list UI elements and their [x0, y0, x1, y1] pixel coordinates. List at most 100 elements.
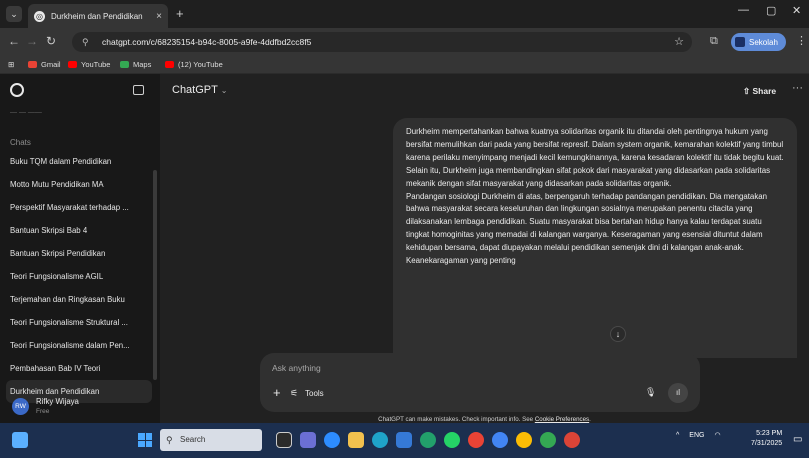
wifi-icon[interactable]: ◠ [714, 431, 720, 439]
taskbar-apps [276, 432, 580, 448]
tools-icon[interactable]: ⚟ [290, 388, 298, 399]
clock[interactable]: 5:23 PM 7/31/2025 [751, 429, 782, 449]
minimize-icon[interactable]: — [738, 4, 749, 16]
notification-icon[interactable]: ▭ [793, 434, 802, 445]
chrome-profile-icon[interactable] [492, 432, 508, 448]
tab-active[interactable]: ◎ Durkheim dan Pendidikan × [28, 4, 168, 28]
file-explorer-icon[interactable] [348, 432, 364, 448]
sidebar-toggle-icon[interactable] [133, 85, 144, 95]
profile-avatar-icon [735, 37, 745, 47]
clock-time: 5:23 PM [756, 430, 783, 437]
cookie-preferences-link[interactable]: Cookie Preferences [535, 416, 589, 423]
bookmark-maps[interactable]: Maps [120, 60, 151, 69]
chat-item[interactable]: Terjemahan dan Ringkasan Buku [6, 288, 152, 311]
model-selector[interactable]: ChatGPT ⌄ [172, 84, 227, 96]
chevron-down-icon: ⌄ [220, 86, 228, 95]
tab-search-menu-icon[interactable]: ⌄ [6, 6, 22, 22]
restore-icon[interactable]: ▢ [766, 4, 776, 17]
chat-item[interactable]: Teori Fungsionalisme Struktural ... [6, 311, 152, 334]
microphone-icon[interactable]: 🎙 [645, 387, 656, 398]
chat-item[interactable]: Motto Mutu Pendidikan MA [6, 173, 152, 196]
window-close-icon[interactable]: ✕ [792, 4, 801, 17]
user-name: Rifky Wijaya [36, 397, 79, 406]
start-button[interactable] [138, 433, 152, 447]
user-plan: Free [36, 408, 50, 415]
bookmark-youtube-12[interactable]: (12) YouTube [165, 60, 223, 69]
apps-grid-icon[interactable]: ⊞ [8, 60, 14, 69]
clock-date: 7/31/2025 [751, 440, 783, 447]
user-profile[interactable]: RW Rifky Wijaya Free [0, 392, 160, 423]
chat-item[interactable]: Pembahasan Bab IV Teori [6, 357, 152, 380]
extensions-icon[interactable]: ⧉ [710, 35, 718, 48]
youtube-icon [165, 61, 174, 68]
whatsapp-icon[interactable] [444, 432, 460, 448]
prompt-input[interactable]: Ask anything [272, 363, 321, 373]
chat-main: ChatGPT ⌄ ⇧ Share ··· Durkheim mempertah… [160, 74, 809, 423]
taskbar: ⚲ Search ^ ENG ◠ 5:23 PM 7/31/2025 ▭ [0, 423, 809, 458]
zoom-icon[interactable] [324, 432, 340, 448]
chats-section-label: Chats [10, 138, 31, 147]
bookmark-star-icon[interactable]: ☆ [674, 32, 684, 52]
task-view-icon[interactable] [276, 432, 292, 448]
disclaimer: ChatGPT can make mistakes. Check importa… [378, 416, 591, 423]
language-indicator[interactable]: ENG [689, 432, 704, 439]
user-message-bubble: Durkheim mempertahankan bahwa kuatnya so… [393, 118, 797, 358]
openai-logo-icon[interactable] [10, 83, 24, 97]
chat-item[interactable]: Bantuan Skripsi Bab 4 [6, 219, 152, 242]
edge-icon[interactable] [372, 432, 388, 448]
chrome-profile-icon[interactable] [540, 432, 556, 448]
search-icon: ⚲ [166, 435, 173, 445]
maps-icon [120, 61, 129, 68]
bookmarks-bar: ⊞ Gmail YouTube Maps (12) YouTube [0, 56, 809, 74]
profile-button[interactable]: Sekolah [731, 33, 786, 51]
new-tab-button[interactable]: + [176, 6, 184, 21]
site-info-icon[interactable]: ⚲ [82, 32, 89, 52]
composer: Ask anything + ⚟ Tools 🎙 ıl [260, 353, 700, 412]
chatgpt-favicon-icon: ◎ [34, 10, 45, 22]
browser-tab-strip: ⌄ ◎ Durkheim dan Pendidikan × + — ▢ ✕ [0, 0, 809, 28]
sidebar-partial-item: — — —— [10, 109, 42, 116]
chat-sidebar: — — —— Chats Buku TQM dalam Pendidikan M… [0, 74, 160, 423]
forward-icon[interactable]: → [26, 34, 38, 48]
chat-item[interactable]: Teori Fungsionalisme dalam Pen... [6, 334, 152, 357]
profile-label: Sekolah [749, 37, 778, 47]
chrome-icon[interactable] [468, 432, 484, 448]
bookmark-youtube[interactable]: YouTube [68, 60, 110, 69]
voice-mode-icon[interactable]: ıl [668, 383, 688, 403]
chrome-profile-icon[interactable] [516, 432, 532, 448]
chat-item[interactable]: Teori Fungsionalisme AGIL [6, 265, 152, 288]
sidebar-scrollbar[interactable] [153, 170, 157, 380]
tab-title: Durkheim dan Pendidikan [51, 11, 143, 21]
plus-icon[interactable]: + [273, 385, 281, 400]
avatar: RW [12, 398, 29, 415]
more-options-icon[interactable]: ··· [792, 82, 803, 94]
tray-overflow-icon[interactable]: ^ [676, 432, 679, 439]
chat-item[interactable]: Perspektif Masyarakat terhadap ... [6, 196, 152, 219]
bookmark-gmail[interactable]: Gmail [28, 60, 61, 69]
chat-list: Buku TQM dalam Pendidikan Motto Mutu Pen… [6, 150, 152, 403]
gmail-icon [28, 61, 37, 68]
widgets-icon[interactable] [12, 432, 28, 448]
reload-icon[interactable]: ↻ [46, 34, 56, 48]
url-text: chatgpt.com/c/68235154-b94c-8005-a9fe-4d… [102, 37, 312, 47]
message-paragraph: Pandangan sosiologi Durkheim di atas, be… [406, 191, 768, 266]
browser-menu-icon[interactable]: ⋮ [796, 34, 807, 47]
store-icon[interactable] [396, 432, 412, 448]
chrome-profile-icon[interactable] [564, 432, 580, 448]
url-bar[interactable]: ⚲ chatgpt.com/c/68235154-b94c-8005-a9fe-… [72, 32, 692, 52]
share-button[interactable]: ⇧ Share [743, 86, 776, 97]
share-icon: ⇧ [743, 86, 751, 96]
teams-icon[interactable] [300, 432, 316, 448]
chat-item[interactable]: Buku TQM dalam Pendidikan [6, 150, 152, 173]
address-bar-row: ← → ↻ ⚲ chatgpt.com/c/68235154-b94c-8005… [0, 28, 809, 56]
tab-close-icon[interactable]: × [156, 11, 162, 22]
tools-button[interactable]: Tools [305, 389, 324, 398]
chat-item[interactable]: Bantuan Skripsi Pendidikan [6, 242, 152, 265]
copilot-icon[interactable] [420, 432, 436, 448]
message-paragraph: Durkheim mempertahankan bahwa kuatnya so… [406, 127, 784, 188]
youtube-icon [68, 61, 77, 68]
scroll-down-icon[interactable]: ↓ [610, 326, 626, 342]
system-tray: ^ ENG ◠ [676, 431, 721, 440]
back-icon[interactable]: ← [8, 34, 20, 48]
taskbar-search[interactable]: ⚲ Search [160, 429, 262, 451]
